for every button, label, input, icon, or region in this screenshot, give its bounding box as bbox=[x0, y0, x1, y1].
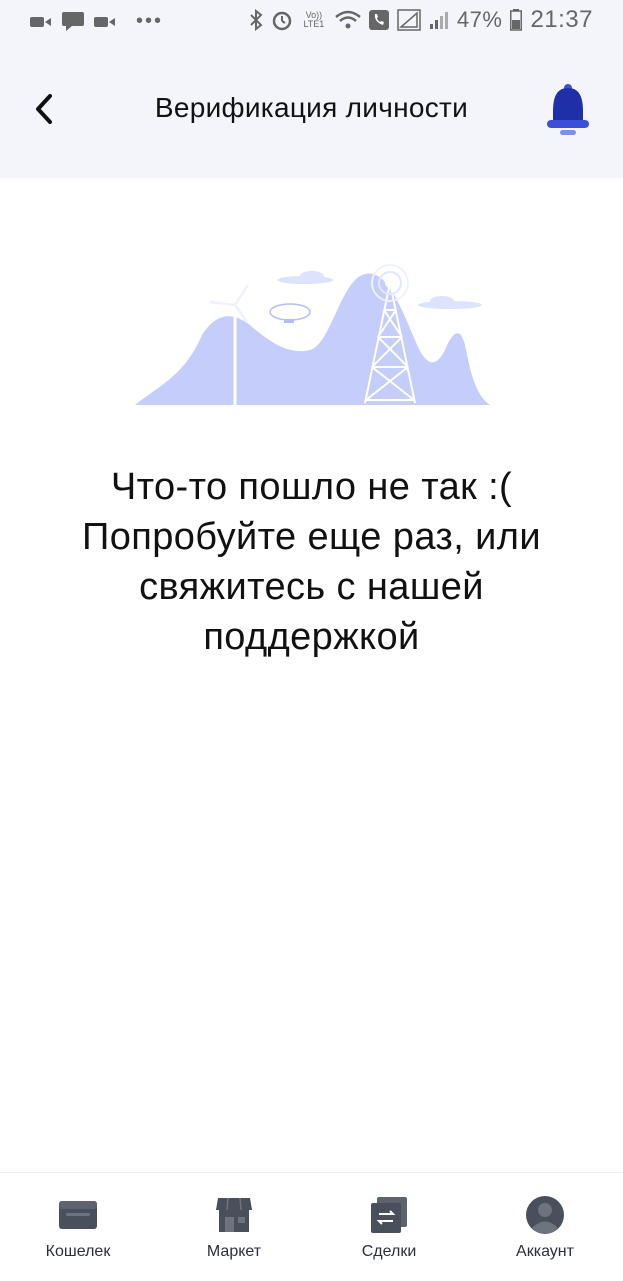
bluetooth-icon bbox=[250, 9, 263, 31]
phone-call-icon bbox=[368, 10, 389, 30]
message-icon bbox=[62, 11, 84, 31]
blimp-icon bbox=[269, 303, 311, 323]
alarm-icon bbox=[272, 11, 292, 31]
battery-icon bbox=[510, 9, 523, 31]
signal-bars-icon bbox=[429, 12, 448, 29]
deals-icon bbox=[371, 1197, 407, 1233]
battery-percent: 47% bbox=[456, 7, 503, 32]
error-message: Что-то пошло не так :( Попробуйте еще ра… bbox=[20, 462, 603, 662]
mountains-shape bbox=[135, 273, 490, 405]
video-call-icon-2 bbox=[94, 16, 115, 27]
tab-account[interactable]: Аккаунт bbox=[485, 1173, 605, 1281]
error-line-1: Что-то пошло не так :( bbox=[110, 466, 513, 508]
notifications-button[interactable] bbox=[545, 82, 591, 140]
more-notifications-icon: ••• bbox=[136, 10, 164, 32]
signal-icon bbox=[397, 9, 421, 31]
account-icon bbox=[526, 1196, 564, 1234]
tab-market[interactable]: Маркет bbox=[174, 1173, 294, 1281]
tab-deals-label: Сделки bbox=[361, 1243, 417, 1260]
clock: 21:37 bbox=[530, 6, 593, 33]
app-header: Верификация личности bbox=[0, 44, 623, 178]
video-call-icon bbox=[30, 16, 51, 27]
tab-account-label: Аккаунт bbox=[516, 1243, 574, 1260]
tab-wallet-label: Кошелек bbox=[45, 1243, 111, 1260]
status-system: Vo)) LTE1 47% 21:37 bbox=[249, 6, 593, 34]
error-line-4: поддержкой bbox=[203, 616, 420, 658]
tab-deals[interactable]: Сделки bbox=[329, 1173, 449, 1281]
market-icon bbox=[216, 1197, 252, 1232]
tab-wallet[interactable]: Кошелек bbox=[18, 1173, 138, 1281]
bottom-tab-bar: Кошелек Маркет Сделки Аккаунт bbox=[0, 1172, 623, 1281]
page-title: Верификация личности bbox=[154, 92, 469, 123]
status-bar: ••• Vo)) LTE1 47% 21:37 bbox=[0, 0, 623, 44]
bell-icon bbox=[547, 84, 589, 135]
error-line-3: свяжитесь с нашей bbox=[139, 566, 484, 608]
volte-icon: Vo)) LTE1 bbox=[303, 10, 325, 29]
status-notifications: ••• bbox=[30, 10, 163, 33]
wallet-icon bbox=[59, 1201, 97, 1229]
error-line-2: Попробуйте еще раз, или bbox=[82, 516, 541, 558]
error-illustration bbox=[135, 264, 490, 405]
tab-market-label: Маркет bbox=[206, 1243, 262, 1260]
wifi-icon bbox=[335, 10, 361, 29]
